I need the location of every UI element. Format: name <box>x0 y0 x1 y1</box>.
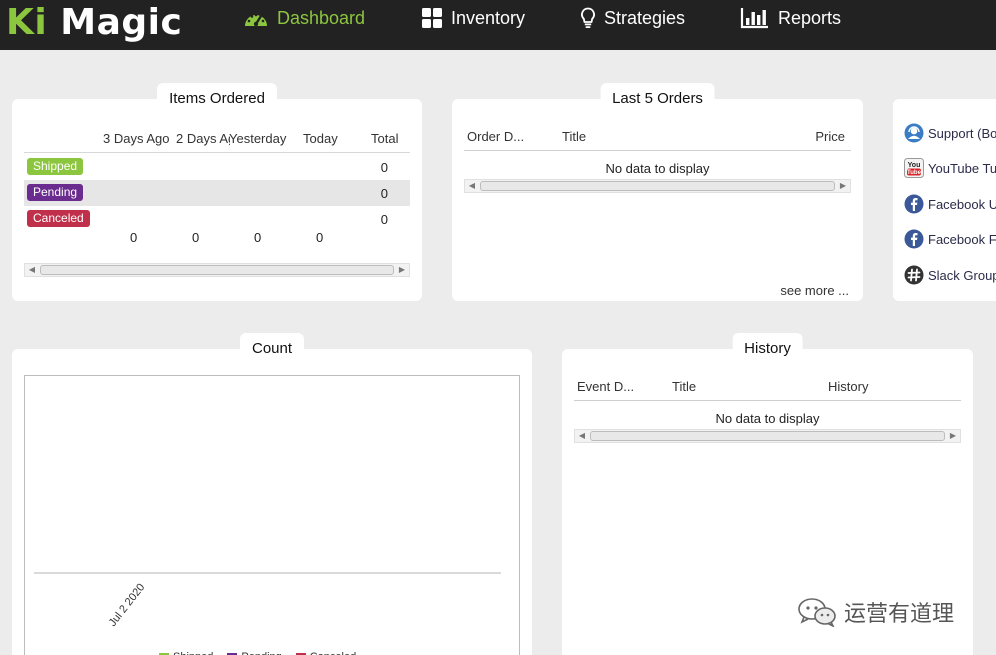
count-panel: Count Jul 2 2020 Shipped Pending Canceled <box>12 333 532 655</box>
history-header: Event D... Title History <box>574 379 961 401</box>
legend-label: Pending <box>241 651 281 655</box>
nav-strategies[interactable]: Strategies <box>580 0 685 36</box>
svg-text:You: You <box>908 162 921 169</box>
link-youtube-label: YouTube Tu <box>928 160 996 176</box>
scroll-right-arrow-icon[interactable]: ▶ <box>395 264 409 276</box>
col-today[interactable]: Today <box>303 131 338 146</box>
row-total: 0 <box>380 212 388 227</box>
legend-label: Canceled <box>310 651 356 655</box>
facebook-icon <box>904 229 924 249</box>
col-order-date[interactable]: Order D... <box>467 129 524 144</box>
legend-label: Shipped <box>173 651 213 655</box>
nav-strategies-label: Strategies <box>604 8 686 28</box>
col-total[interactable]: Total <box>371 131 398 146</box>
col-2-days-ago[interactable]: 2 Days Ago <box>176 131 230 146</box>
total-yesterday: 0 <box>254 230 262 245</box>
link-support[interactable]: Support (Bo <box>904 123 996 143</box>
wechat-icon <box>798 598 836 627</box>
x-tick-label: Jul 2 2020 <box>107 581 148 628</box>
table-row: Canceled 0 <box>24 206 410 232</box>
items-ordered-header: 3 Days Ago 2 Days Ago Yesterday Today To… <box>24 131 410 153</box>
col-3-days-ago[interactable]: 3 Days Ago <box>103 131 176 146</box>
row-total: 0 <box>380 160 388 175</box>
scroll-thumb[interactable] <box>40 265 394 275</box>
nav-reports-label: Reports <box>778 8 842 28</box>
watermark-text: 运营有道理 <box>844 602 955 627</box>
col-event-date[interactable]: Event D... <box>577 379 634 394</box>
total-today: 0 <box>316 230 324 245</box>
no-data-message: No data to display <box>715 411 820 426</box>
scroll-thumb[interactable] <box>480 181 835 191</box>
link-facebook-1-label: Facebook U <box>928 196 996 212</box>
items-ordered-title: Items Ordered <box>157 83 277 111</box>
items-ordered-panel: Items Ordered 3 Days Ago 2 Days Ago Yest… <box>12 83 422 301</box>
facebook-icon <box>904 194 924 214</box>
legend-item-canceled[interactable]: Canceled <box>295 651 356 655</box>
count-chart: Jul 2 2020 <box>24 375 520 655</box>
logo-ki: Ki <box>6 2 48 43</box>
count-chart-svg: Jul 2 2020 <box>34 572 501 629</box>
status-badge-pending: Pending <box>27 184 84 201</box>
last-orders-header: Order D... Title Price <box>464 129 851 151</box>
count-title: Count <box>239 333 305 361</box>
legend-item-pending[interactable]: Pending <box>227 651 282 655</box>
scroll-left-arrow-icon[interactable]: ◀ <box>465 180 479 192</box>
link-facebook-2-label: Facebook F <box>928 231 996 247</box>
total-3-days-ago: 0 <box>130 230 138 245</box>
slack-icon <box>904 265 924 285</box>
top-navigation-bar: Ki Magic Dashboard Inventory Strategies … <box>0 0 996 50</box>
last-orders-panel: Last 5 Orders Order D... Title Price No … <box>452 83 863 301</box>
nav-inventory[interactable]: Inventory <box>421 0 525 36</box>
scroll-right-arrow-icon[interactable]: ▶ <box>946 430 960 442</box>
legend-item-shipped[interactable]: Shipped <box>159 651 213 655</box>
support-icon <box>904 123 924 143</box>
link-slack-label: Slack Group <box>928 267 996 283</box>
bar-chart-icon <box>740 8 768 29</box>
watermark: 运营有道理 <box>796 596 954 628</box>
scroll-right-arrow-icon[interactable]: ▶ <box>836 180 850 192</box>
table-row: Pending 0 <box>24 180 410 206</box>
nav-dashboard[interactable]: Dashboard <box>243 0 365 36</box>
last-orders-title: Last 5 Orders <box>600 83 715 111</box>
scroll-left-arrow-icon[interactable]: ◀ <box>575 430 589 442</box>
history-scrollbar[interactable]: ◀ ▶ <box>574 429 961 443</box>
link-slack[interactable]: Slack Group <box>904 265 996 285</box>
col-yesterday[interactable]: Yesterday <box>229 131 299 146</box>
nav-dashboard-label: Dashboard <box>277 8 366 28</box>
col-price[interactable]: Price <box>815 129 845 144</box>
app-logo[interactable]: Ki Magic <box>6 0 182 50</box>
status-badge-shipped: Shipped <box>27 158 84 175</box>
see-more-link[interactable]: see more ... <box>780 283 849 298</box>
youtube-icon: You Tube <box>904 158 924 178</box>
link-youtube[interactable]: You Tube YouTube Tu <box>904 158 996 178</box>
nav-reports[interactable]: Reports <box>740 0 841 36</box>
items-ordered-scrollbar[interactable]: ◀ ▶ <box>24 263 410 277</box>
scroll-left-arrow-icon[interactable]: ◀ <box>25 264 39 276</box>
nav-inventory-label: Inventory <box>451 8 526 28</box>
status-badge-canceled: Canceled <box>27 210 90 227</box>
history-title: History <box>732 333 803 361</box>
col-history[interactable]: History <box>828 379 868 394</box>
link-facebook-1[interactable]: Facebook U <box>904 194 996 214</box>
svg-text:Tube: Tube <box>907 170 922 176</box>
scroll-thumb[interactable] <box>590 431 945 441</box>
no-data-message: No data to display <box>605 161 710 176</box>
total-2-days-ago: 0 <box>192 230 200 245</box>
last-orders-scrollbar[interactable]: ◀ ▶ <box>464 179 851 193</box>
link-facebook-2[interactable]: Facebook F <box>904 229 996 249</box>
col-title[interactable]: Title <box>562 129 586 144</box>
col-title[interactable]: Title <box>672 379 696 394</box>
row-total: 0 <box>380 186 388 201</box>
grid-icon <box>422 8 442 28</box>
lightbulb-icon <box>581 7 595 28</box>
links-panel: Support (Bo You Tube YouTube Tu Facebook… <box>893 99 996 301</box>
chart-legend: Shipped Pending Canceled <box>159 651 356 655</box>
gauge-icon <box>245 13 267 27</box>
table-row: Shipped 0 <box>24 154 410 180</box>
link-support-label: Support (Bo <box>928 125 996 141</box>
logo-magic: Magic <box>60 2 183 43</box>
